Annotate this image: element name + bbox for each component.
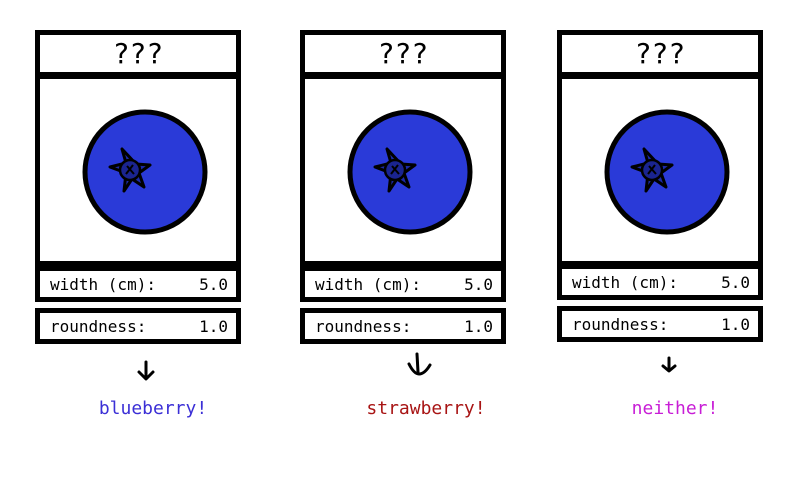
arrow-down-icon [407,352,432,376]
width-value: 5.0 [721,272,750,292]
fruit-card-3: ??? width (cm): 5.0 roundness: 1.0 [557,30,763,344]
card-title: ??? [300,30,506,77]
result-label-2: strawberry! [366,398,486,419]
roundness-row: roundness: 1.0 [557,306,763,342]
card-image [300,74,506,266]
fruit-card-2: ??? width (cm): 5.0 roundness: 1.0 [300,30,506,344]
width-row: width (cm): 5.0 [35,266,241,302]
roundness-row: roundness: 1.0 [300,308,506,344]
card-image [557,74,763,266]
result-label-1: blueberry! [98,398,208,419]
blueberry-icon [347,109,473,235]
roundness-value: 1.0 [464,316,493,336]
roundness-label: roundness: [572,314,669,334]
roundness-value: 1.0 [721,314,750,334]
width-row: width (cm): 5.0 [300,266,506,302]
roundness-label: roundness: [50,316,147,336]
fruit-card-1: ??? width (cm): 5.0 roundness: 1.0 [35,30,241,344]
width-value: 5.0 [199,274,228,294]
width-label: width (cm): [50,274,156,294]
card-title: ??? [35,30,241,77]
width-value: 5.0 [464,274,493,294]
blueberry-icon [604,109,730,235]
result-label-3: neither! [631,398,719,419]
card-title: ??? [557,30,763,77]
width-label: width (cm): [572,272,678,292]
width-row: width (cm): 5.0 [557,264,763,300]
width-label: width (cm): [315,274,421,294]
roundness-value: 1.0 [199,316,228,336]
arrow-down-icon [137,360,155,381]
roundness-row: roundness: 1.0 [35,308,241,344]
blueberry-icon [82,109,208,235]
arrow-down-icon [661,356,677,373]
card-image [35,74,241,266]
roundness-label: roundness: [315,316,412,336]
